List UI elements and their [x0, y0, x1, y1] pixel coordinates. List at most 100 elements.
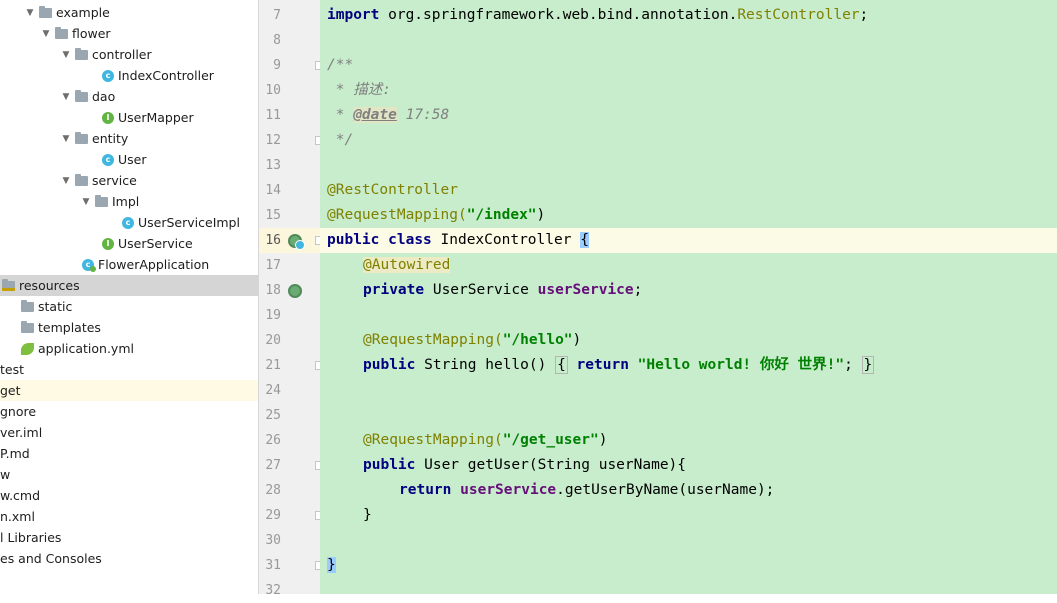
line-number: 8: [273, 33, 281, 48]
tree-item-label: resources: [19, 278, 80, 293]
chevron-down-icon[interactable]: ▼: [40, 29, 52, 39]
line-number: 9: [273, 58, 281, 73]
chevron-down-icon[interactable]: ▼: [80, 197, 92, 207]
tree-item-readme[interactable]: P.md: [0, 443, 258, 464]
code-line: }: [363, 507, 372, 523]
tree-item-external-libraries[interactable]: l Libraries: [0, 527, 258, 548]
keyword: public: [327, 232, 380, 248]
tree-item-userserviceimpl[interactable]: c UserServiceImpl: [0, 212, 258, 233]
class-icon: c: [102, 69, 114, 82]
chevron-down-icon[interactable]: ▼: [60, 50, 72, 60]
class-icon: c: [122, 216, 134, 229]
tree-item-scratches[interactable]: es and Consoles: [0, 548, 258, 569]
tree-item-label: UserMapper: [118, 110, 194, 125]
chevron-down-icon[interactable]: ▼: [60, 92, 72, 102]
tree-item-dao[interactable]: ▼ dao: [0, 86, 258, 107]
annotation: @RequestMapping(: [327, 207, 467, 223]
tree-item-label: IndexController: [118, 68, 214, 83]
editor-gutter[interactable]: 7 8 9 10 11 12 13 14 15 16 17 18 19 20 2…: [258, 0, 324, 598]
tree-item-test[interactable]: test: [0, 359, 258, 380]
semicolon: ;: [859, 7, 869, 23]
line-number: 26: [265, 433, 281, 448]
code-line: @RestController: [327, 182, 458, 198]
line-number: 16: [265, 233, 281, 248]
line-number: 21: [265, 358, 281, 373]
tree-item-templates[interactable]: templates: [0, 317, 258, 338]
folded-brace[interactable]: {: [555, 356, 568, 374]
code-line: @RequestMapping("/index"): [327, 203, 545, 228]
field-name: userService: [460, 482, 557, 498]
code-line: * @date 17:58: [327, 103, 449, 128]
tree-item-user[interactable]: c User: [0, 149, 258, 170]
chevron-down-icon[interactable]: ▼: [24, 8, 36, 18]
tree-item-gitignore[interactable]: gnore: [0, 401, 258, 422]
tree-item-service[interactable]: ▼ service: [0, 170, 258, 191]
annotation: @RequestMapping(: [363, 332, 503, 348]
resources-folder-icon: [2, 278, 15, 291]
tree-item-label: get: [0, 383, 21, 398]
tree-item-label: application.yml: [38, 341, 134, 356]
tree-item-flowerapplication[interactable]: c FlowerApplication: [0, 254, 258, 275]
string-literal: "/hello": [502, 332, 573, 348]
line-number: 25: [265, 408, 281, 423]
line-number: 12: [265, 133, 281, 148]
tree-item-resources[interactable]: resources: [0, 275, 258, 296]
line-number: 7: [273, 8, 281, 23]
keyword: private: [363, 282, 425, 298]
package-name: org.springframework.web.bind.annotation.: [379, 7, 738, 23]
autowired-bean-gutter-icon[interactable]: [288, 284, 302, 298]
tree-item-label: ver.iml: [0, 425, 43, 440]
tree-item-label: es and Consoles: [0, 551, 102, 566]
keyword: import: [327, 7, 380, 23]
keyword: class: [388, 232, 432, 248]
tree-item-static[interactable]: static: [0, 296, 258, 317]
tree-item-label: gnore: [0, 404, 37, 419]
chevron-down-icon[interactable]: ▼: [60, 176, 72, 186]
spring-boot-class-icon: c: [82, 258, 96, 272]
tree-item-usermapper[interactable]: I UserMapper: [0, 107, 258, 128]
tree-item-entity[interactable]: ▼ entity: [0, 128, 258, 149]
code-line: @RequestMapping("/hello"): [363, 328, 581, 353]
keyword: return: [399, 482, 452, 498]
tree-item-label: UserServiceImpl: [138, 215, 240, 230]
folded-brace[interactable]: }: [861, 356, 875, 374]
tree-item-iml[interactable]: ver.iml: [0, 422, 258, 443]
tree-item-application-yml[interactable]: application.yml: [0, 338, 258, 359]
paren: ): [536, 207, 546, 223]
chevron-down-icon[interactable]: ▼: [60, 134, 72, 144]
matched-brace: }: [327, 557, 336, 573]
folder-icon: [55, 26, 68, 39]
class-icon: c: [102, 153, 114, 166]
tree-item-label: flower: [72, 26, 111, 41]
keyword: public: [363, 457, 416, 473]
tree-item-indexcontroller[interactable]: c IndexController: [0, 65, 258, 86]
field-name: userService: [537, 282, 634, 298]
code-line: @RequestMapping("/get_user"): [363, 428, 607, 453]
tree-item-controller[interactable]: ▼ controller: [0, 44, 258, 65]
yaml-file-icon: [21, 342, 34, 355]
tree-item-label: l Libraries: [0, 530, 62, 545]
tree-item-target[interactable]: get: [0, 380, 258, 401]
tree-item-label: templates: [38, 320, 101, 335]
code-line: * 描述:: [327, 82, 391, 98]
tree-item-label: w: [0, 467, 11, 482]
spring-bean-gutter-icon[interactable]: [288, 234, 305, 250]
tree-item-example[interactable]: ▼ example: [0, 2, 258, 23]
keyword: public: [363, 357, 416, 373]
tree-item-flower[interactable]: ▼ flower: [0, 23, 258, 44]
tree-item-impl[interactable]: ▼ Impl: [0, 191, 258, 212]
semicolon: ;: [844, 357, 853, 373]
doc-tag: @date: [353, 107, 397, 123]
code-editor[interactable]: import org.springframework.web.bind.anno…: [320, 0, 1057, 594]
comment: 17:58: [396, 107, 450, 123]
tree-item-mvnw[interactable]: w: [0, 464, 258, 485]
paren: ): [598, 432, 608, 448]
tree-item-userservice[interactable]: I UserService: [0, 233, 258, 254]
folder-icon: [39, 5, 52, 18]
imported-class: RestController: [737, 7, 860, 23]
code-line: /**: [327, 57, 354, 73]
tree-item-pom-xml[interactable]: n.xml: [0, 506, 258, 527]
line-number: 29: [265, 508, 281, 523]
tree-item-label: example: [56, 5, 110, 20]
tree-item-mvnw-cmd[interactable]: w.cmd: [0, 485, 258, 506]
